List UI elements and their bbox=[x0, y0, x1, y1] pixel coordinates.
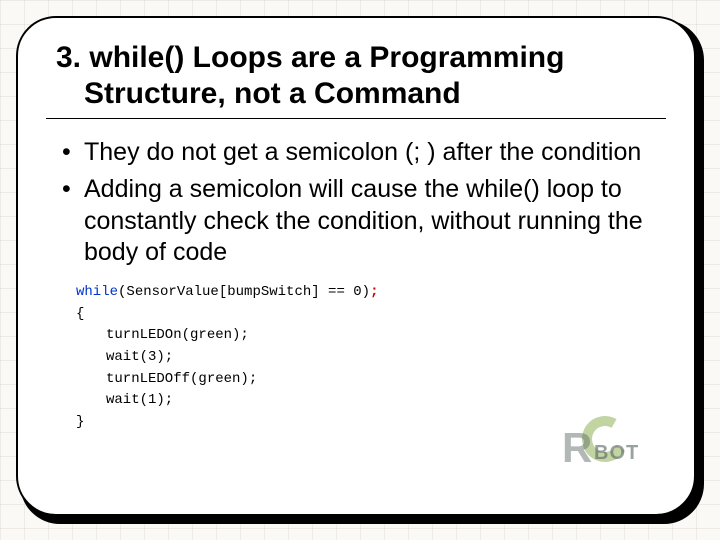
bullet-item: They do not get a semicolon (; ) after t… bbox=[62, 137, 656, 168]
title-divider bbox=[46, 118, 666, 119]
title-line-1: 3. while() Loops are a Programming bbox=[56, 41, 564, 74]
code-line-while: while(SensorValue[bumpSwitch] == 0); bbox=[76, 282, 656, 304]
logo-r-letter: R bbox=[562, 424, 590, 472]
bullet-list: They do not get a semicolon (; ) after t… bbox=[56, 137, 656, 268]
title-line-2: Structure, not a Command bbox=[56, 77, 461, 110]
slide-backdrop: 3. while() Loops are a Programming Struc… bbox=[0, 0, 720, 540]
code-brace-open: { bbox=[76, 304, 656, 326]
code-body-line: turnLEDOff(green); bbox=[76, 369, 656, 391]
robotc-logo: R BOT bbox=[534, 398, 654, 486]
slide-card: 3. while() Loops are a Programming Struc… bbox=[16, 16, 696, 516]
code-keyword: while bbox=[76, 284, 118, 300]
code-condition: (SensorValue[bumpSwitch] == 0) bbox=[118, 284, 370, 300]
code-body-line: turnLEDOn(green); bbox=[76, 325, 656, 347]
logo-bot-text: BOT bbox=[594, 442, 639, 465]
bullet-text: They do not get a semicolon (; ) after t… bbox=[84, 138, 641, 166]
bullet-item: Adding a semicolon will cause the while(… bbox=[62, 174, 656, 268]
slide-title: 3. while() Loops are a Programming Struc… bbox=[56, 40, 656, 112]
code-error-semicolon: ; bbox=[370, 284, 378, 300]
bullet-text: Adding a semicolon will cause the while(… bbox=[84, 175, 643, 266]
code-body-line: wait(3); bbox=[76, 347, 656, 369]
